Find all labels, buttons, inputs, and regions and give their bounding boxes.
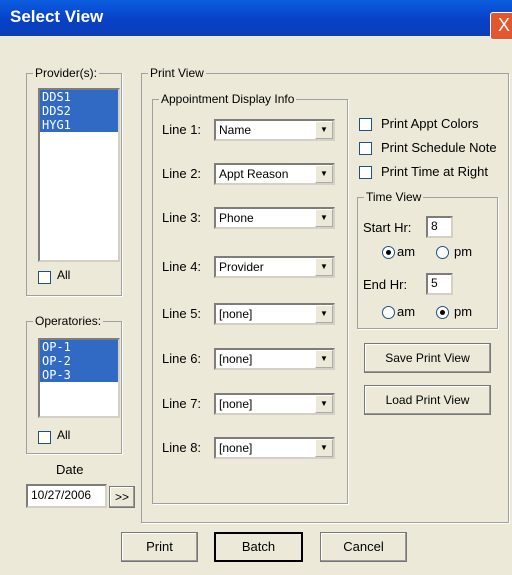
line-value: Name <box>219 123 252 137</box>
start-pm-radio[interactable] <box>436 246 449 259</box>
chevron-down-icon[interactable]: ▼ <box>315 439 333 457</box>
print-time-at-right-checkbox[interactable] <box>359 166 372 179</box>
cancel-button[interactable]: Cancel <box>320 532 407 562</box>
time-view-group: Time View <box>357 190 498 329</box>
providers-listbox[interactable]: DDS1 DDS2 HYG1 <box>38 88 120 262</box>
providers-all-label: All <box>57 268 71 282</box>
line-2-select[interactable]: Appt Reason ▼ <box>214 163 335 185</box>
line-7-select[interactable]: [none] ▼ <box>214 393 335 415</box>
operatories-all-label: All <box>57 428 71 442</box>
date-field[interactable]: 10/27/2006 <box>26 484 107 508</box>
line-3-select[interactable]: Phone ▼ <box>214 207 335 229</box>
line-4-select[interactable]: Provider ▼ <box>214 256 335 278</box>
line-label: Line 7: <box>162 396 202 411</box>
end-am-label: am <box>397 304 416 319</box>
print-schedule-note-checkbox[interactable] <box>359 142 372 155</box>
line-value: [none] <box>219 352 253 366</box>
line-value: Phone <box>219 211 254 225</box>
operatories-listbox[interactable]: OP-1 OP-2 OP-3 <box>38 338 120 418</box>
end-pm-label: pm <box>454 304 473 319</box>
list-item[interactable]: OP-3 <box>40 368 118 382</box>
end-hour-label: End Hr: <box>363 277 408 292</box>
select-view-dialog: Select View X Provider(s): DDS1 DDS2 HYG… <box>0 0 512 575</box>
date-label: Date <box>56 462 84 477</box>
list-item[interactable]: DDS2 <box>40 104 118 118</box>
line-8-select[interactable]: [none] ▼ <box>214 437 335 459</box>
start-am-label: am <box>397 244 416 259</box>
line-value: [none] <box>219 307 253 321</box>
chevron-down-icon[interactable]: ▼ <box>315 165 333 183</box>
batch-button[interactable]: Batch <box>214 532 303 562</box>
chevron-down-icon[interactable]: ▼ <box>315 305 333 323</box>
line-label: Line 2: <box>162 166 202 181</box>
operatories-legend: Operatories: <box>35 314 102 328</box>
line-label: Line 6: <box>162 351 202 366</box>
line-value: [none] <box>219 397 253 411</box>
end-pm-radio[interactable] <box>436 306 449 319</box>
list-item[interactable]: OP-1 <box>40 340 118 354</box>
print-appt-colors-label: Print Appt Colors <box>381 116 479 131</box>
load-print-view-button[interactable]: Load Print View <box>364 385 491 415</box>
chevron-down-icon[interactable]: ▼ <box>315 209 333 227</box>
chevron-down-icon[interactable]: ▼ <box>315 395 333 413</box>
list-item[interactable]: OP-2 <box>40 354 118 368</box>
end-hour-field[interactable]: 5 <box>426 273 453 295</box>
line-label: Line 3: <box>162 210 202 225</box>
print-appt-colors-checkbox[interactable] <box>359 118 372 131</box>
appt-display-legend: Appointment Display Info <box>161 92 295 106</box>
chevron-down-icon[interactable]: ▼ <box>315 121 333 139</box>
start-pm-label: pm <box>454 244 473 259</box>
close-icon[interactable]: X <box>490 12 512 40</box>
line-label: Line 4: <box>162 259 202 274</box>
line-1-select[interactable]: Name ▼ <box>214 119 335 141</box>
line-label: Line 8: <box>162 440 202 455</box>
date-picker-button[interactable]: >> <box>109 486 135 508</box>
line-label: Line 1: <box>162 122 202 137</box>
print-time-at-right-label: Print Time at Right <box>381 164 488 179</box>
list-item[interactable]: HYG1 <box>40 118 118 132</box>
save-print-view-button[interactable]: Save Print View <box>364 343 491 373</box>
start-hour-label: Start Hr: <box>363 220 412 235</box>
chevron-down-icon[interactable]: ▼ <box>315 258 333 276</box>
line-value: Appt Reason <box>219 167 289 181</box>
providers-all-checkbox[interactable] <box>38 271 51 284</box>
start-am-radio[interactable] <box>382 246 395 259</box>
line-value: [none] <box>219 441 253 455</box>
chevron-down-icon[interactable]: ▼ <box>315 350 333 368</box>
line-6-select[interactable]: [none] ▼ <box>214 348 335 370</box>
print-view-legend: Print View <box>150 66 204 80</box>
end-am-radio[interactable] <box>382 306 395 319</box>
line-5-select[interactable]: [none] ▼ <box>214 303 335 325</box>
time-view-legend: Time View <box>366 190 422 204</box>
operatories-all-checkbox[interactable] <box>38 431 51 444</box>
line-label: Line 5: <box>162 306 202 321</box>
line-value: Provider <box>219 260 264 274</box>
title-bar[interactable]: Select View X <box>0 0 512 40</box>
providers-legend: Provider(s): <box>35 66 98 80</box>
window-title: Select View <box>10 7 104 26</box>
print-schedule-note-label: Print Schedule Note <box>381 140 497 155</box>
print-button[interactable]: Print <box>121 532 198 562</box>
start-hour-field[interactable]: 8 <box>426 216 453 238</box>
list-item[interactable]: DDS1 <box>40 90 118 104</box>
